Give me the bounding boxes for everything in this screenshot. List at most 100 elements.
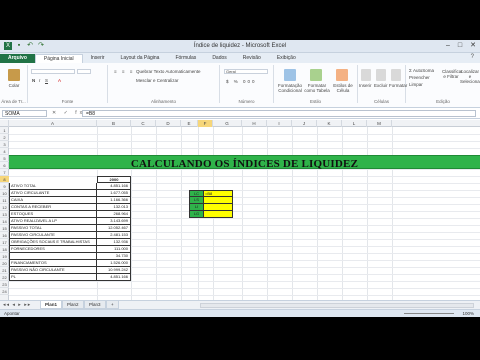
column-header[interactable]: J xyxy=(292,120,317,127)
column-header[interactable]: G xyxy=(213,120,242,127)
worksheet-grid[interactable]: ABCDEFGHIJKLM 1 2 3 4 5 6 7 8 9 10 11 12 13 14 15 16 17 1… xyxy=(0,120,480,300)
cell-styles-button[interactable]: Estilos de Célula xyxy=(330,83,356,93)
find-select-button[interactable]: Localizar e Selecionar xyxy=(460,69,480,84)
horizontal-scrollbar[interactable] xyxy=(200,303,474,308)
number-icons[interactable]: $ % 000 xyxy=(226,79,257,84)
sheet-nav-arrows[interactable]: ◂◂ ◂ ▸ ▸▸ xyxy=(3,302,31,308)
row-header[interactable]: 10 xyxy=(0,190,9,197)
row-header[interactable]: 2 xyxy=(0,134,9,141)
column-header[interactable]: M xyxy=(367,120,392,127)
close-button[interactable]: ✕ xyxy=(470,42,476,50)
row-header[interactable]: 20 xyxy=(0,260,9,267)
enter-icon[interactable]: ✓ xyxy=(64,110,71,116)
column-header[interactable]: D xyxy=(156,120,181,127)
row-header[interactable]: 14 xyxy=(0,218,9,225)
account-label-cell[interactable]: CONTAS A RECEBER xyxy=(9,204,97,211)
ribbon-tab[interactable]: Dados xyxy=(204,54,234,63)
account-value-cell[interactable]: 3.143.699 xyxy=(97,218,131,225)
row-header[interactable]: 1 xyxy=(0,127,9,134)
account-value-cell[interactable]: 1.677.055 xyxy=(97,190,131,197)
column-header[interactable]: F xyxy=(198,120,213,127)
row-header[interactable]: 12 xyxy=(0,204,9,211)
account-value-cell[interactable]: 12.052.467 xyxy=(97,225,131,232)
format-as-table-button[interactable]: Formatar como Tabela xyxy=(304,83,330,93)
cancel-icon[interactable]: ✕ xyxy=(52,110,59,116)
account-label-cell[interactable]: ESTOQUES xyxy=(9,211,97,218)
format-table-icon[interactable] xyxy=(310,69,322,81)
column-header[interactable]: I xyxy=(267,120,292,127)
account-label-cell[interactable]: FINANCIAMENTOS xyxy=(9,260,97,267)
ribbon-tab[interactable]: Página Inicial xyxy=(34,54,83,63)
row-header[interactable]: 6 xyxy=(0,162,9,169)
row-header[interactable]: 3 xyxy=(0,141,9,148)
help-icon[interactable]: ? xyxy=(471,54,474,60)
ratio-value-cell[interactable]: =B8 xyxy=(204,190,233,197)
underline-icon[interactable]: S xyxy=(45,78,48,83)
row-header[interactable]: 13 xyxy=(0,211,9,218)
account-label-cell[interactable]: ATIVO REALIZAVEL A LP xyxy=(9,218,97,225)
column-header[interactable]: L xyxy=(342,120,367,127)
italic-icon[interactable]: I xyxy=(39,78,40,83)
account-value-cell[interactable]: 268.964 xyxy=(97,211,131,218)
row-header[interactable]: 24 xyxy=(0,288,9,295)
account-value-cell[interactable]: 4.851.166 xyxy=(97,274,131,281)
format-button[interactable]: Formatar xyxy=(389,83,407,88)
year-header-cell[interactable]: 2000 xyxy=(97,176,131,183)
ratio-label-cell[interactable]: LG xyxy=(189,211,204,218)
row-header[interactable]: 22 xyxy=(0,274,9,281)
paste-icon[interactable] xyxy=(8,69,20,81)
clear-button[interactable]: Limpar xyxy=(409,82,423,87)
column-header[interactable]: H xyxy=(242,120,267,127)
row-header[interactable]: 4 xyxy=(0,148,9,155)
row-header[interactable]: 9 xyxy=(0,183,9,190)
font-size-select[interactable] xyxy=(77,69,91,74)
minimize-button[interactable]: – xyxy=(446,42,450,50)
column-header[interactable]: A xyxy=(9,120,97,127)
zoom-slider[interactable] xyxy=(404,313,454,314)
account-label-cell[interactable]: ATIVO CIRCULANTE xyxy=(9,190,97,197)
conditional-format-icon[interactable] xyxy=(284,69,296,81)
ratio-label-cell[interactable]: LC xyxy=(189,190,204,197)
ribbon-tab[interactable]: Layout da Página xyxy=(113,54,168,63)
sheet-tab[interactable]: Plan1 xyxy=(40,301,63,309)
account-label-cell[interactable]: FORNECEDORES xyxy=(9,246,97,253)
account-value-cell[interactable]: 132.936 xyxy=(97,239,131,246)
delete-cells-icon[interactable] xyxy=(376,69,386,81)
account-label-cell[interactable]: CAIXA xyxy=(9,197,97,204)
row-header[interactable]: 18 xyxy=(0,246,9,253)
row-header[interactable]: 19 xyxy=(0,253,9,260)
row-header[interactable]: 16 xyxy=(0,232,9,239)
delete-button[interactable]: Excluir xyxy=(374,83,388,88)
ribbon-tab[interactable]: Fórmulas xyxy=(167,54,204,63)
font-color-icon[interactable]: A xyxy=(58,78,61,83)
cell-styles-icon[interactable] xyxy=(336,69,348,81)
account-value-cell[interactable]: 132.013 xyxy=(97,204,131,211)
account-value-cell[interactable]: 1.166.366 xyxy=(97,197,131,204)
account-value-cell[interactable]: 2.481.153 xyxy=(97,232,131,239)
ribbon-tab[interactable]: Exibição xyxy=(269,54,304,63)
account-label-cell[interactable]: PL xyxy=(9,274,97,281)
wrap-text-button[interactable]: Quebrar Texto Automaticamente xyxy=(136,69,200,74)
row-header[interactable]: 15 xyxy=(0,225,9,232)
ratio-value-cell[interactable] xyxy=(204,211,233,218)
row-header[interactable]: 21 xyxy=(0,267,9,274)
ratio-label-cell[interactable]: LI xyxy=(189,204,204,211)
conditional-format-button[interactable]: Formatação Condicional xyxy=(276,83,304,93)
align-icons[interactable]: ≡ ≡ ≡ xyxy=(114,69,134,74)
column-header[interactable]: E xyxy=(181,120,198,127)
column-header[interactable]: C xyxy=(131,120,156,127)
font-name-select[interactable] xyxy=(31,69,75,74)
bold-icon[interactable]: N xyxy=(32,78,35,83)
row-header[interactable]: 23 xyxy=(0,281,9,288)
format-cells-icon[interactable] xyxy=(391,69,401,81)
sheet-tab[interactable]: Plan3 xyxy=(84,301,106,309)
column-header[interactable]: K xyxy=(317,120,342,127)
row-header[interactable]: 17 xyxy=(0,239,9,246)
ratio-label-cell[interactable]: LS xyxy=(189,197,204,204)
select-all-corner[interactable] xyxy=(0,120,9,127)
formula-input[interactable]: =B8 xyxy=(82,110,476,117)
insert-button[interactable]: Inserir xyxy=(359,83,372,88)
account-value-cell[interactable]: 1.526.000 xyxy=(97,260,131,267)
ratio-value-cell[interactable] xyxy=(204,197,233,204)
column-header[interactable]: B xyxy=(97,120,131,127)
